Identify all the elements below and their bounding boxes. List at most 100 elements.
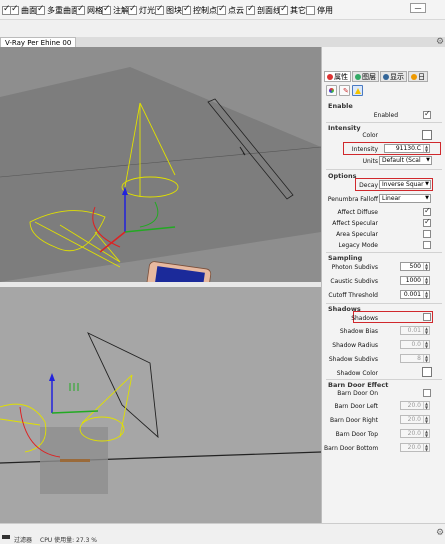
barn-door-bottom-label: Barn Door Bottom — [324, 445, 379, 452]
shadow-color-swatch[interactable] — [422, 367, 432, 377]
filter-item-annotation[interactable]: 注解 — [102, 4, 129, 16]
cutoff-threshold-input[interactable]: 0.001 ▲ ▼ — [400, 290, 430, 299]
affect-specular-checkbox[interactable] — [423, 217, 431, 227]
legacy-mode-label: Legacy Mode — [338, 242, 378, 249]
filter-checkbox[interactable] — [182, 4, 191, 15]
section-sampling: Sampling — [328, 254, 363, 262]
area-specular-checkbox[interactable] — [423, 230, 431, 238]
tab-layers[interactable]: 图层 — [352, 71, 379, 82]
display-icon — [383, 73, 389, 80]
photon-subdivs-input[interactable]: 500 ▲ ▼ — [400, 262, 430, 271]
filter-checkbox[interactable] — [10, 4, 19, 15]
filter-item-other[interactable]: 其它 — [279, 4, 306, 16]
barn-door-right-input[interactable]: 20.0 ▲ ▼ — [400, 415, 430, 424]
spinner-icon[interactable]: ▲ ▼ — [423, 291, 429, 298]
filter-checkbox[interactable] — [128, 4, 137, 15]
affect-diffuse-label: Affect Diffuse — [337, 209, 378, 216]
filter-item-point-cloud[interactable]: 点云 — [217, 4, 244, 16]
spinner-icon[interactable]: ▲ ▼ — [423, 355, 429, 362]
decay-dropdown[interactable]: Inverse Squar ▼ — [379, 180, 431, 189]
photon-subdivs-label: Photon Subdivs — [331, 264, 378, 271]
object-filter-bar: 曲面 多重曲面 网格 注解 灯光 图块 控制点 点云 剖面线 其它 停用 — — [0, 0, 445, 20]
spinner-icon[interactable]: ▲ ▼ — [423, 277, 429, 284]
units-dropdown[interactable]: Default (Scal ▼ — [379, 156, 432, 165]
shadow-bias-input[interactable]: 0.01 ▲ ▼ — [400, 326, 430, 335]
phone-object — [60, 459, 90, 462]
spinner-icon[interactable]: ▲ ▼ — [423, 263, 429, 270]
filter-item-mesh[interactable]: 网格 — [76, 4, 103, 16]
filter-checkbox[interactable] — [76, 4, 85, 15]
gear-icon[interactable]: ⚙ — [436, 37, 444, 47]
barn-door-bottom-input[interactable]: 20.0 ▲ ▼ — [400, 443, 430, 452]
filter-item-light[interactable]: 灯光 — [128, 4, 155, 16]
shadow-bias-label: Shadow Bias — [339, 328, 378, 335]
vray-light-icon[interactable] — [352, 85, 363, 96]
intensity-label: Intensity — [351, 146, 378, 153]
cutoff-threshold-label: Cutoff Threshold — [328, 292, 378, 299]
shadow-subdivs-input[interactable]: 8 ▲ ▼ — [400, 354, 430, 363]
filter-item-polysurface[interactable]: 多重曲面 — [36, 4, 79, 16]
perspective-scene — [0, 67, 321, 282]
filter-item-disabled[interactable]: 停用 — [306, 5, 333, 16]
chevron-down-icon: ▼ — [425, 195, 429, 201]
light-marker — [69, 383, 79, 391]
viewport-tab[interactable]: V-Ray Per Ehine 00 — [0, 37, 77, 47]
tab-display[interactable]: 显示 — [380, 71, 407, 82]
axis-z-arrow — [49, 373, 55, 381]
filter-checkbox[interactable] — [36, 4, 45, 15]
filter-item-block[interactable]: 图块 — [155, 4, 182, 16]
filter-item-hatch[interactable]: 剖面线 — [246, 4, 281, 16]
filter-checkbox[interactable] — [279, 4, 288, 15]
filter-item-surface[interactable]: 曲面 — [10, 4, 37, 16]
spinner-icon[interactable]: ▲ ▼ — [423, 444, 429, 451]
filter-item-control-point[interactable]: 控制点 — [182, 4, 217, 16]
shadow-subdivs-label: Shadow Subdivs — [328, 356, 378, 363]
penumbra-label: Penumbra Falloff — [327, 196, 378, 203]
separator — [326, 252, 442, 253]
tab-properties[interactable]: 属性 — [324, 71, 351, 82]
spinner-icon[interactable]: ▲ ▼ — [423, 145, 429, 152]
shadow-radius-label: Shadow Radius — [332, 342, 378, 349]
barn-door-left-label: Barn Door Left — [334, 403, 379, 410]
viewport-perspective[interactable] — [0, 47, 321, 282]
chevron-down-icon: ▼ — [426, 157, 430, 163]
barn-door-right-label: Barn Door Right — [330, 417, 378, 424]
barn-door-left-input[interactable]: 20.0 ▲ ▼ — [400, 401, 430, 410]
spinner-icon[interactable]: ▲ ▼ — [423, 327, 429, 334]
spinner-icon[interactable]: ▲ ▼ — [423, 430, 429, 437]
barn-door-top-label: Barn Door Top — [335, 431, 378, 438]
gear-icon[interactable]: ⚙ — [436, 528, 444, 538]
viewport-secondary[interactable] — [0, 287, 321, 523]
caustic-subdivs-label: Caustic Subdivs — [330, 278, 378, 285]
tab-sun[interactable]: 日 — [408, 71, 428, 82]
intensity-input[interactable]: 91130.C ▲ ▼ — [384, 144, 430, 153]
minimize-button[interactable]: — — [410, 3, 426, 13]
penumbra-dropdown[interactable]: Linear ▼ — [379, 194, 431, 203]
filter-checkbox[interactable] — [306, 6, 315, 15]
filter-checkbox[interactable] — [217, 4, 226, 15]
sun-icon — [411, 73, 417, 80]
light-color-swatch[interactable] — [422, 130, 432, 140]
decay-label: Decay — [359, 182, 378, 189]
shadow-color-label: Shadow Color — [336, 370, 378, 377]
spinner-icon[interactable]: ▲ ▼ — [423, 416, 429, 423]
light-icon[interactable]: ✎ — [339, 85, 350, 96]
caustic-subdivs-input[interactable]: 1000 ▲ ▼ — [400, 276, 430, 285]
affect-diffuse-checkbox[interactable] — [423, 206, 431, 216]
spinner-icon[interactable]: ▲ ▼ — [423, 402, 429, 409]
enabled-checkbox[interactable] — [423, 109, 431, 119]
barn-door-top-input[interactable]: 20.0 ▲ ▼ — [400, 429, 430, 438]
filter-checkbox[interactable] — [102, 4, 111, 15]
filter-checkbox[interactable] — [246, 4, 255, 15]
legacy-mode-checkbox[interactable] — [423, 241, 431, 249]
panel-tabs: 属性 图层 显示 日 — [324, 71, 428, 82]
section-options: Options — [328, 172, 357, 180]
filter-checkbox[interactable] — [155, 4, 164, 15]
spinner-icon[interactable]: ▲ ▼ — [423, 341, 429, 348]
units-label: Units — [362, 158, 378, 165]
material-icon[interactable] — [326, 85, 337, 96]
shadows-checkbox[interactable] — [423, 313, 431, 321]
shadow-radius-input[interactable]: 0.0 ▲ ▼ — [400, 340, 430, 349]
barn-door-on-checkbox[interactable] — [423, 389, 431, 397]
properties-panel: 属性 图层 显示 日 ✎ Enable Enabled Intensity Co… — [321, 47, 445, 523]
